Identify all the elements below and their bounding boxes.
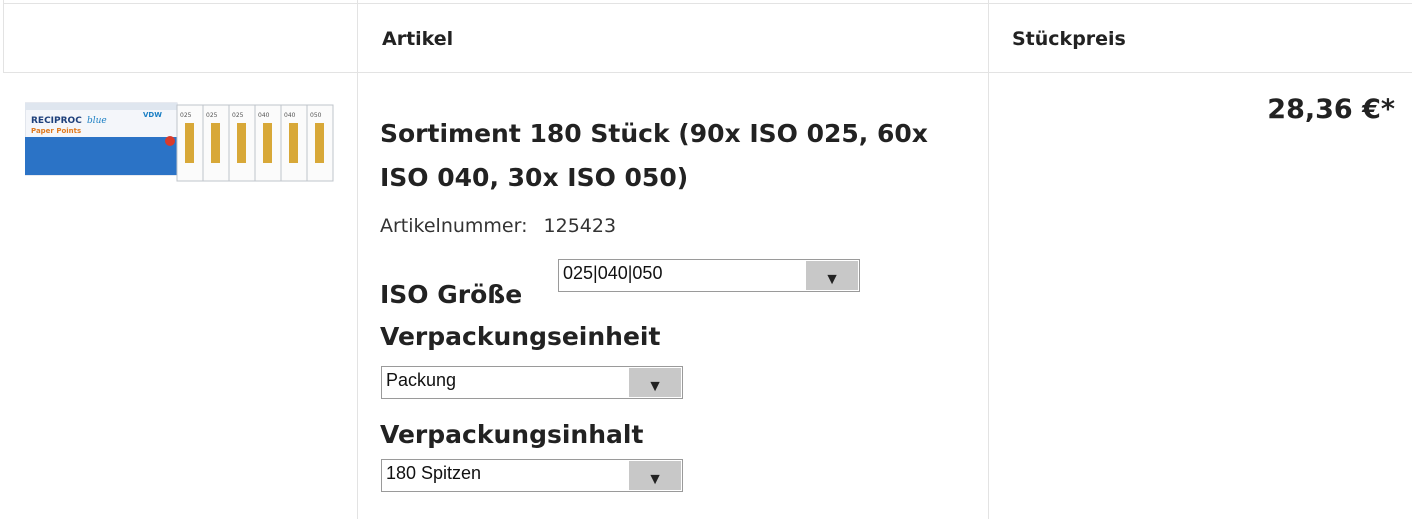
column-divider-price [988,0,989,519]
svg-text:025: 025 [206,112,218,119]
svg-text:040: 040 [258,112,270,119]
svg-text:RECIPROC: RECIPROC [31,116,82,126]
packaging-content-select[interactable]: 180 Spitzen ▼ [381,459,683,492]
svg-text:025: 025 [232,112,244,119]
iso-size-label: ISO Größe [380,280,523,309]
svg-text:blue: blue [87,116,107,126]
article-number: Artikelnummer: 125423 [380,215,616,237]
packaging-content-value: 180 Spitzen [386,463,482,483]
packaging-unit-value: Packung [386,370,457,390]
packaging-unit-label: Verpackungseinheit [380,322,661,351]
column-divider-image [357,0,358,519]
iso-size-value: 025|040|050 [563,263,663,283]
svg-text:040: 040 [284,112,296,119]
article-number-label: Artikelnummer: [380,215,528,237]
chevron-down-icon[interactable]: ▼ [629,368,681,397]
packaging-content-label: Verpackungsinhalt [380,420,644,449]
packaging-unit-select[interactable]: Packung ▼ [381,366,683,399]
column-header-article: Artikel [382,28,454,50]
svg-text:VDW: VDW [143,111,162,119]
svg-text:025: 025 [180,112,192,119]
table-top-border [3,3,1412,4]
svg-text:Paper Points: Paper Points [31,127,81,135]
product-image[interactable]: RECIPROC blue Paper Points VDW 025 025 0… [24,93,340,185]
article-number-value: 125423 [543,215,617,237]
chevron-down-icon[interactable]: ▼ [629,461,681,490]
column-header-unit-price: Stückpreis [1012,28,1126,50]
product-title[interactable]: Sortiment 180 Stück (90x ISO 025, 60x IS… [380,112,970,200]
table-header-border [3,72,1412,73]
unit-price: 28,36 €* [1267,94,1395,125]
cart-table: Artikel Stückpreis RECIPROC blue Paper P… [0,0,1415,519]
table-left-border [3,0,4,72]
chevron-down-icon[interactable]: ▼ [806,261,858,290]
svg-text:050: 050 [310,112,322,119]
iso-size-select[interactable]: 025|040|050 ▼ [558,259,860,292]
